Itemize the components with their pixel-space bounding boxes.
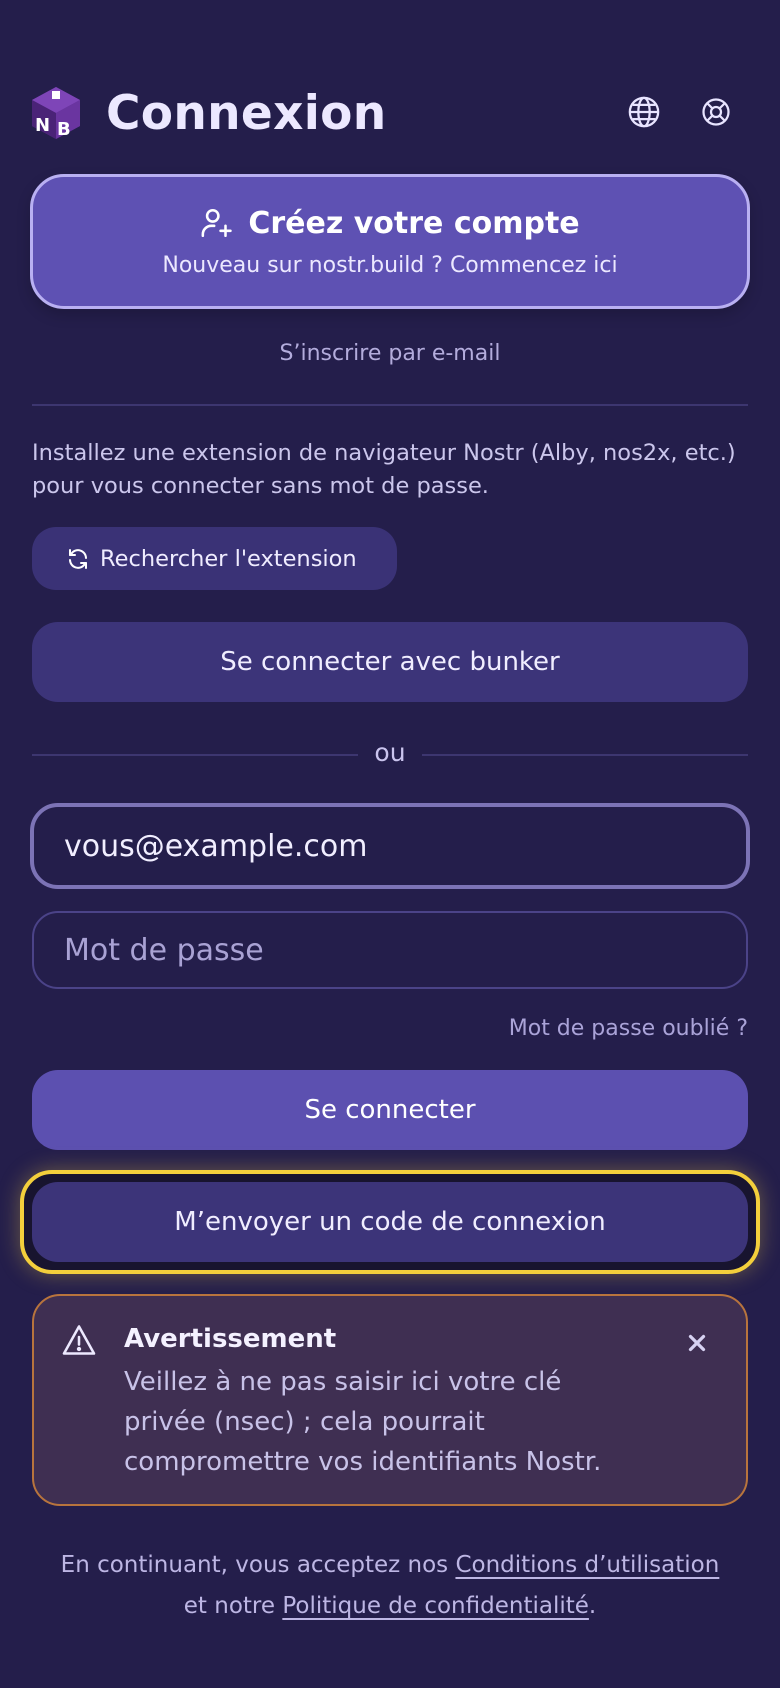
warning-title: Avertissement [124, 1324, 337, 1354]
user-plus-icon [201, 208, 233, 238]
email-input[interactable]: vous@example.com [30, 803, 750, 889]
bunker-login-button[interactable]: Se connecter avec bunker [32, 622, 748, 702]
svg-text:B: B [57, 119, 71, 140]
close-icon[interactable] [684, 1330, 710, 1356]
login-page: N B Connexion Créez votre compte Nouveau… [0, 0, 780, 1688]
or-separator: ou [374, 738, 406, 767]
terms-link[interactable]: Conditions d’utilisation [455, 1552, 719, 1578]
legal-middle: et notre [183, 1593, 283, 1619]
send-code-button[interactable]: M’envoyer un code de connexion [32, 1182, 748, 1262]
header: N B Connexion [30, 82, 750, 144]
extension-description: Installez une extension de navigateur No… [32, 440, 736, 499]
search-extension-label: Rechercher l'extension [100, 545, 357, 572]
globe-icon[interactable] [624, 92, 664, 132]
create-account-title: Créez votre compte [248, 205, 580, 241]
legal-suffix: . [588, 1593, 597, 1619]
legal-notice: En continuant, vous acceptez nos Conditi… [60, 1545, 720, 1627]
create-account-button[interactable]: Créez votre compte Nouveau sur nostr.bui… [30, 174, 750, 309]
legal-prefix: En continuant, vous acceptez nos [60, 1552, 456, 1578]
login-button[interactable]: Se connecter [32, 1070, 748, 1150]
lifebuoy-icon[interactable] [696, 92, 736, 132]
refresh-icon [69, 548, 87, 569]
svg-text:N: N [35, 115, 50, 136]
warning-alert: Avertissement Veillez à ne pas saisir ic… [32, 1294, 748, 1506]
forgot-password-link[interactable]: Mot de passe oublié ? [509, 1016, 748, 1041]
email-signup-link[interactable]: S’inscrire par e-mail [0, 341, 780, 366]
warning-text: Veillez à ne pas saisir ici votre clé pr… [124, 1367, 602, 1477]
create-account-row: Créez votre compte [200, 205, 580, 241]
privacy-link[interactable]: Politique de confidentialité [282, 1593, 589, 1619]
warning-icon [62, 1325, 96, 1355]
create-account-subtitle: Nouveau sur nostr.build ? Commencez ici [162, 252, 618, 278]
search-extension-button[interactable]: Rechercher l'extension [32, 527, 397, 590]
page-title: Connexion [106, 85, 387, 141]
nostr-build-logo-icon: N B [32, 87, 80, 140]
password-input[interactable]: Mot de passe [32, 911, 748, 989]
section-divider [32, 404, 748, 406]
